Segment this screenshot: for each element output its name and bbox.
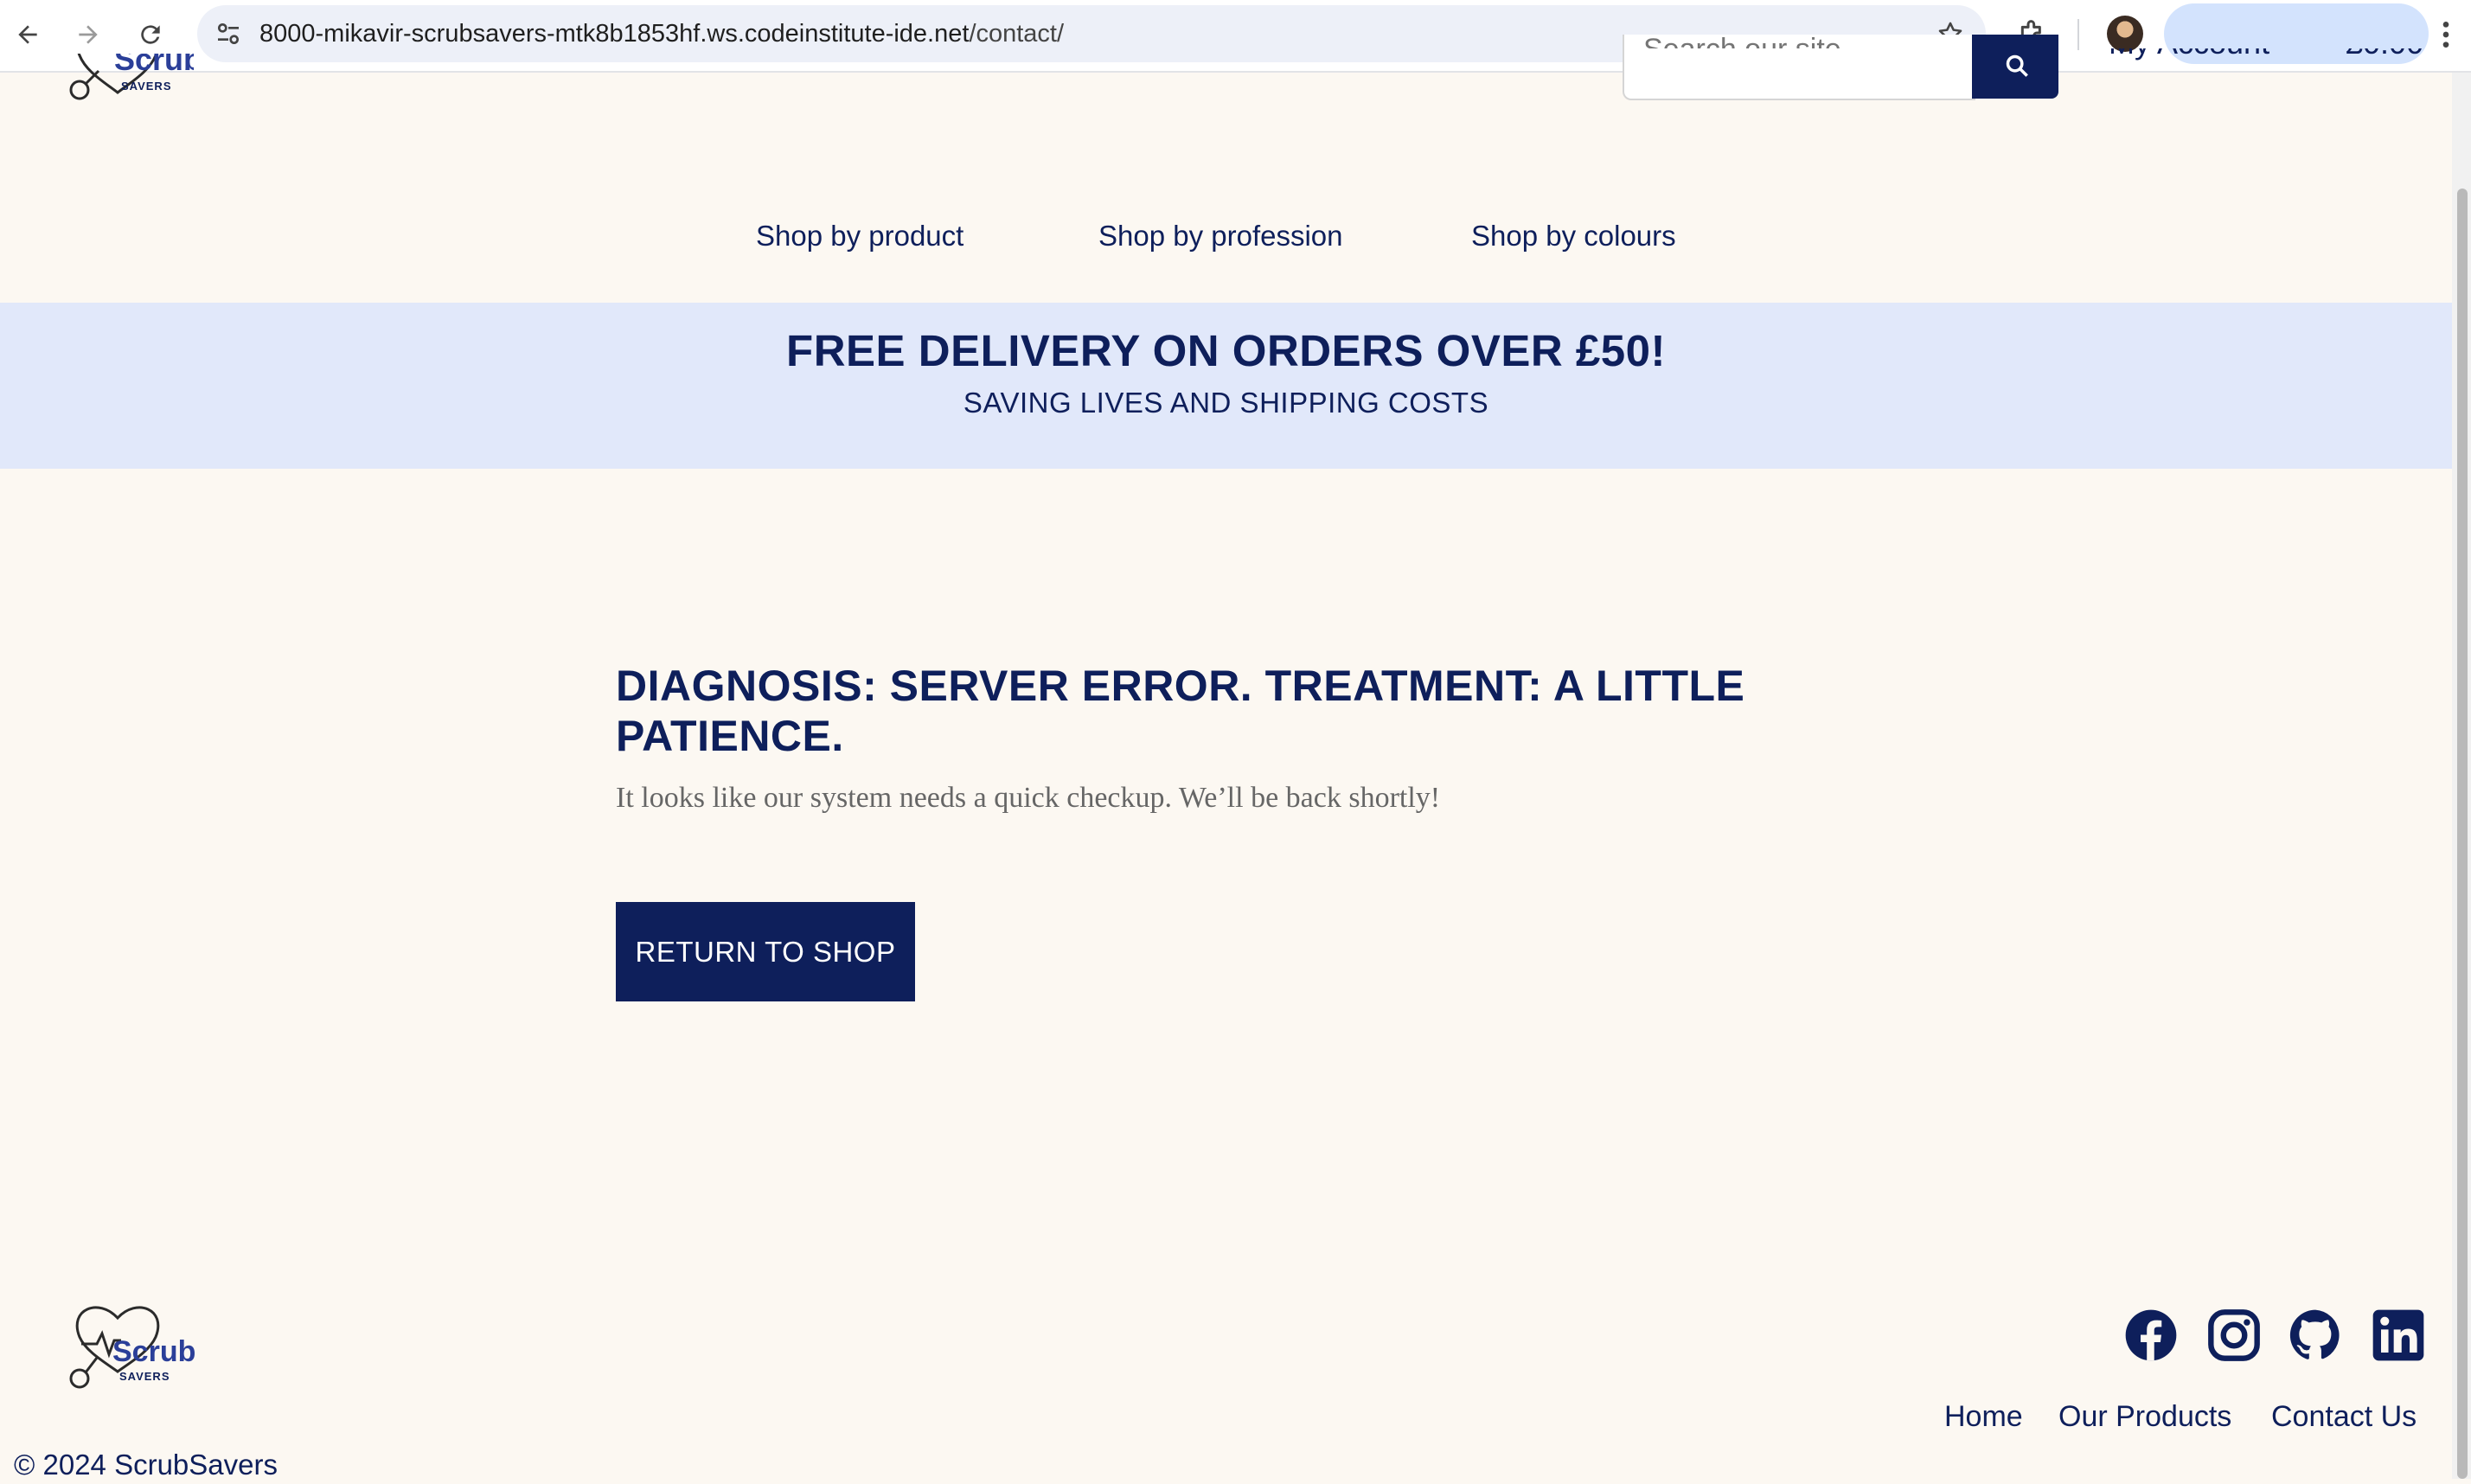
footer-link-home[interactable]: Home <box>1944 1398 2023 1436</box>
footer-logo-subtext: SAVERS <box>119 1370 170 1383</box>
header-logo[interactable]: Scrub SAVERS <box>64 54 194 106</box>
github-icon[interactable] <box>2288 1308 2343 1363</box>
browser-toolbar: 8000-mikavir-scrubsavers-mtk8b1853hf.ws.… <box>0 0 2471 73</box>
url-text[interactable]: 8000-mikavir-scrubsavers-mtk8b1853hf.ws.… <box>259 5 1064 62</box>
facebook-icon[interactable] <box>2123 1308 2179 1363</box>
profile-avatar[interactable] <box>2107 16 2143 52</box>
banner-title: FREE DELIVERY ON ORDERS OVER £50! <box>786 326 1666 375</box>
url-path: /contact/ <box>969 20 1065 48</box>
site-search-button[interactable] <box>1972 35 2058 99</box>
menu-kebab-icon[interactable] <box>2429 16 2463 54</box>
error-message: It looks like our system needs a quick c… <box>616 782 1441 814</box>
footer-link-our-products[interactable]: Our Products <box>2058 1398 2231 1436</box>
search-icon <box>2006 54 2028 77</box>
forward-arrow-icon[interactable] <box>69 16 107 54</box>
site-search-box <box>1623 19 1975 100</box>
footer-link-contact-us[interactable]: Contact Us <box>2271 1398 2417 1436</box>
nav-shop-by-product[interactable]: Shop by product <box>756 216 963 256</box>
nav-shop-by-profession[interactable]: Shop by profession <box>1098 216 1343 256</box>
site-settings-icon[interactable] <box>214 20 242 48</box>
return-to-shop-button[interactable]: RETURN TO SHOP <box>616 902 915 1001</box>
url-host: 8000-mikavir-scrubsavers-mtk8b1853hf.ws.… <box>259 20 970 48</box>
banner-subtitle: SAVING LIVES AND SHIPPING COSTS <box>963 387 1489 419</box>
instagram-icon[interactable] <box>2206 1308 2262 1363</box>
footer-logo[interactable]: Scrub SAVERS <box>64 1299 196 1394</box>
linkedin-icon[interactable] <box>2371 1308 2426 1363</box>
reload-icon[interactable] <box>131 16 170 54</box>
error-heading: DIAGNOSIS: SERVER ERROR. TREATMENT: A LI… <box>616 662 1745 760</box>
back-arrow-icon[interactable] <box>9 16 47 54</box>
copyright-text: © 2024 ScrubSavers <box>14 1449 278 1481</box>
header-logo-subtext: SAVERS <box>121 80 172 93</box>
header-logo-text: Scrub <box>114 54 194 77</box>
nav-shop-by-colours[interactable]: Shop by colours <box>1471 216 1676 256</box>
toolbar-divider <box>2077 19 2079 50</box>
scrollbar-thumb[interactable] <box>2457 189 2468 1479</box>
site-search-input[interactable] <box>1643 19 1955 48</box>
footer-logo-text: Scrub <box>112 1335 196 1368</box>
category-nav: Shop by product Shop by profession Shop … <box>0 216 2452 259</box>
